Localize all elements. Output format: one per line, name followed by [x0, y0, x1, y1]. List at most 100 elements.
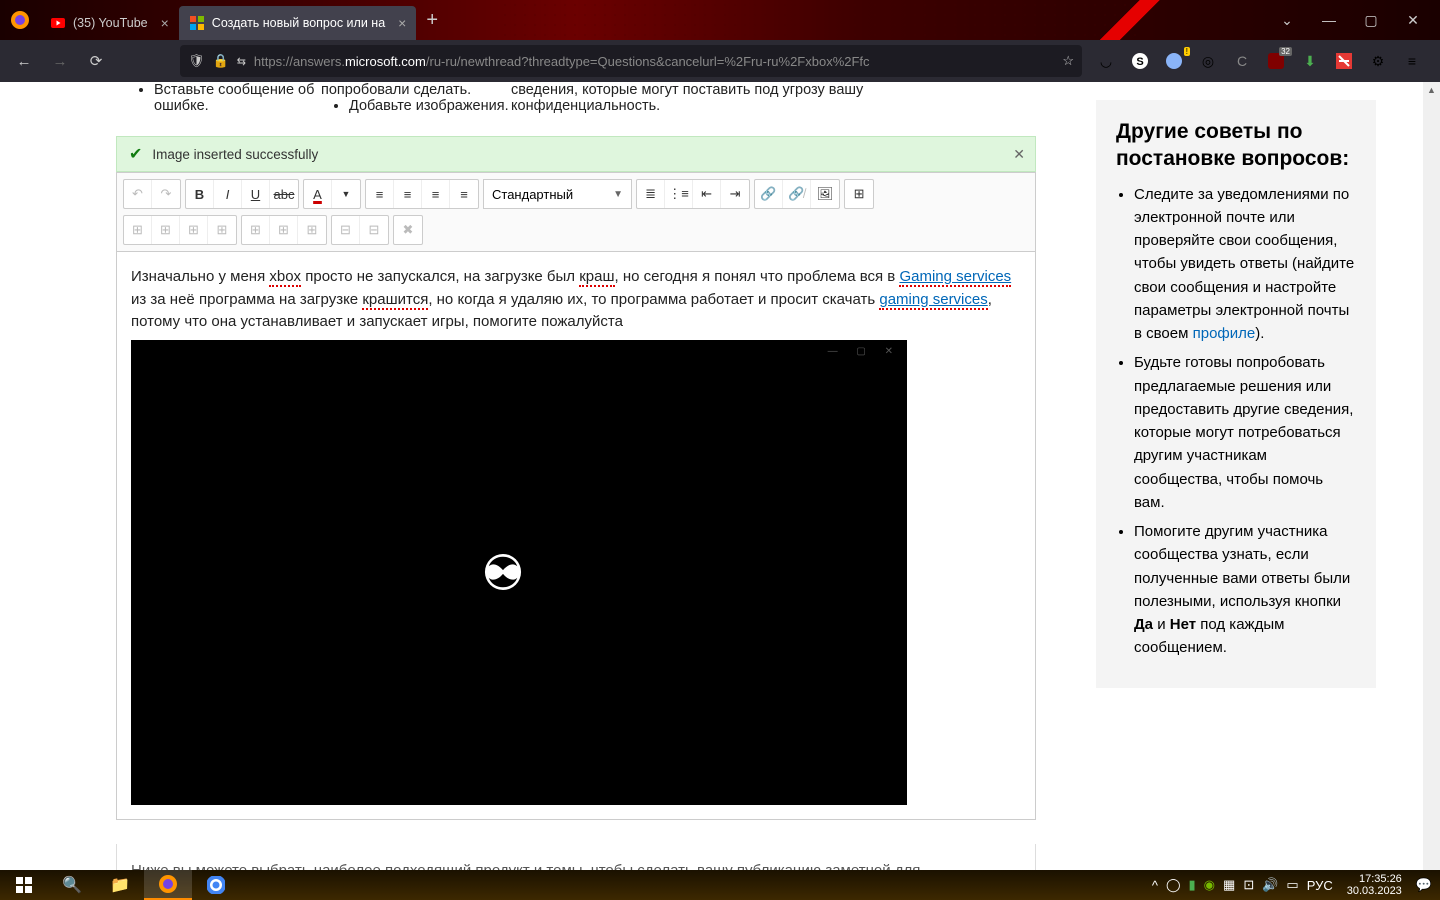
- extension-icon[interactable]: [1334, 51, 1354, 71]
- scroll-up-icon[interactable]: ▲: [1423, 82, 1440, 99]
- table-delete-button[interactable]: ⊞: [298, 216, 326, 244]
- spell-error: крашится: [362, 291, 428, 310]
- link-button[interactable]: 🔗: [755, 180, 783, 208]
- table-insert-col-button[interactable]: ⊞: [270, 216, 298, 244]
- clock-date: 30.03.2023: [1347, 885, 1402, 897]
- table-split-h-button[interactable]: ⊟: [332, 216, 360, 244]
- close-icon[interactable]: ×: [161, 15, 169, 31]
- italic-button[interactable]: I: [214, 180, 242, 208]
- extensions-button[interactable]: ⚙: [1368, 51, 1388, 71]
- table-cell-button[interactable]: ⊞: [180, 216, 208, 244]
- editor-toolbar: ↶ ↷ B I U abc A ▼ ≡ ≡: [116, 172, 1036, 251]
- embedded-screenshot[interactable]: — ▢ ✕: [131, 340, 907, 805]
- forward-button: →: [44, 45, 76, 77]
- spell-error: xbox: [269, 268, 301, 287]
- align-justify-button[interactable]: ≡: [450, 180, 478, 208]
- extension-icon[interactable]: !: [1164, 51, 1184, 71]
- unordered-list-button[interactable]: ⋮≡: [665, 180, 693, 208]
- tabs-dropdown-icon[interactable]: ⌄: [1276, 12, 1298, 29]
- close-icon[interactable]: ×: [398, 15, 406, 31]
- table-row-button[interactable]: ⊞: [124, 216, 152, 244]
- menu-button[interactable]: ≡: [1402, 51, 1422, 71]
- shield-icon[interactable]: 🛡: [188, 53, 205, 69]
- titlebar-decoration-slash: [1050, 0, 1210, 40]
- extension-icon[interactable]: C: [1232, 51, 1252, 71]
- ordered-list-button[interactable]: ≣: [637, 180, 665, 208]
- vertical-scrollbar[interactable]: ▲: [1423, 82, 1440, 870]
- underline-button[interactable]: U: [242, 180, 270, 208]
- nvidia-tray-icon[interactable]: ◉: [1204, 877, 1215, 893]
- language-indicator[interactable]: РУС: [1307, 878, 1333, 893]
- clear-format-button[interactable]: ✖: [394, 216, 422, 244]
- editor-text: , но сегодня я понял что проблема вся в: [615, 268, 900, 285]
- new-tab-button[interactable]: +: [416, 9, 448, 32]
- tab-youtube[interactable]: (35) YouTube ×: [40, 6, 179, 40]
- tray-expand-icon[interactable]: ^: [1152, 878, 1158, 893]
- reload-button[interactable]: ⟳: [80, 45, 112, 77]
- tip-item: сведения, которые могут поставить под уг…: [511, 82, 891, 114]
- tab-microsoft-answers[interactable]: Создать новый вопрос или на ×: [179, 6, 417, 40]
- tray-icon[interactable]: ▮: [1189, 877, 1196, 893]
- embedded-window-controls: — ▢ ✕: [828, 344, 901, 359]
- bold-button[interactable]: B: [186, 180, 214, 208]
- profile-link[interactable]: профиле: [1193, 325, 1256, 342]
- search-button[interactable]: 🔍: [48, 870, 96, 900]
- url-text: https://answers.microsoft.com/ru-ru/newt…: [254, 54, 1054, 69]
- unlink-button[interactable]: 🔗̸: [783, 180, 811, 208]
- sidebar-tip: Помогите другим участника сообщества узн…: [1134, 520, 1356, 660]
- editor-link[interactable]: gaming services: [879, 291, 987, 310]
- maximize-icon[interactable]: ▢: [1360, 12, 1382, 29]
- tray-icon[interactable]: ▦: [1223, 877, 1235, 893]
- outdent-button[interactable]: ⇤: [693, 180, 721, 208]
- pocket-icon[interactable]: ◡: [1096, 51, 1116, 71]
- strikethrough-button[interactable]: abc: [270, 180, 298, 208]
- permissions-icon[interactable]: ⇆: [237, 55, 246, 68]
- table-insert-row-button[interactable]: ⊞: [242, 216, 270, 244]
- image-button[interactable]: 🖼: [811, 180, 839, 208]
- dropdown-icon[interactable]: ▼: [332, 180, 360, 208]
- extension-icon[interactable]: S: [1130, 51, 1150, 71]
- editor-link[interactable]: Gaming services: [899, 268, 1011, 287]
- address-bar[interactable]: 🛡 🔒 ⇆ https://answers.microsoft.com/ru-r…: [180, 45, 1082, 77]
- align-center-button[interactable]: ≡: [394, 180, 422, 208]
- browser-navbar: ← → ⟳ 🛡 🔒 ⇆ https://answers.microsoft.co…: [0, 40, 1440, 82]
- volume-icon[interactable]: 🔊: [1262, 877, 1278, 893]
- align-right-button[interactable]: ≡: [422, 180, 450, 208]
- notifications-icon[interactable]: 💬: [1416, 877, 1432, 893]
- tray-icon[interactable]: ▭: [1286, 877, 1298, 893]
- close-icon[interactable]: ✕: [1013, 146, 1025, 163]
- windows-taskbar: 🔍 📁 ^ ◯ ▮ ◉ ▦ ⊡ 🔊 ▭ РУС 17:35:26 30.03.2…: [0, 870, 1440, 900]
- undo-button[interactable]: ↶: [124, 180, 152, 208]
- indent-button[interactable]: ⇥: [721, 180, 749, 208]
- table-merge-button[interactable]: ⊞: [208, 216, 236, 244]
- start-button[interactable]: [0, 870, 48, 900]
- check-circle-icon: ✔: [129, 144, 142, 164]
- extension-icon[interactable]: ◎: [1198, 51, 1218, 71]
- svg-text:S: S: [1136, 56, 1143, 68]
- align-left-button[interactable]: ≡: [366, 180, 394, 208]
- file-explorer-icon[interactable]: 📁: [96, 870, 144, 900]
- ublock-icon[interactable]: 32: [1266, 51, 1286, 71]
- tray-icon[interactable]: ⊡: [1243, 877, 1254, 893]
- editor-content[interactable]: Изначально у меня xbox просто не запуска…: [116, 251, 1036, 820]
- microsoft-icon: [189, 15, 205, 31]
- firefox-taskbar-icon[interactable]: [144, 870, 192, 900]
- download-icon[interactable]: ⬇: [1300, 51, 1320, 71]
- bookmark-icon[interactable]: ☆: [1062, 53, 1074, 69]
- table-split-v-button[interactable]: ⊟: [360, 216, 388, 244]
- text-color-button[interactable]: A: [304, 180, 332, 208]
- paragraph-style-select[interactable]: Стандартный ▼: [483, 179, 632, 209]
- close-icon[interactable]: ✕: [1402, 12, 1424, 29]
- success-alert: ✔ Image inserted successfully ✕: [116, 136, 1036, 172]
- lock-icon[interactable]: 🔒: [213, 53, 229, 69]
- firefox-icon[interactable]: [0, 0, 40, 40]
- back-button[interactable]: ←: [8, 45, 40, 77]
- table-button[interactable]: ⊞: [845, 180, 873, 208]
- titlebar-decoration: [500, 0, 1140, 40]
- chrome-taskbar-icon[interactable]: [192, 870, 240, 900]
- minimize-icon[interactable]: —: [1318, 12, 1340, 29]
- redo-button[interactable]: ↷: [152, 180, 180, 208]
- taskbar-clock[interactable]: 17:35:26 30.03.2023: [1341, 873, 1408, 897]
- table-col-button[interactable]: ⊞: [152, 216, 180, 244]
- xbox-tray-icon[interactable]: ◯: [1166, 877, 1181, 893]
